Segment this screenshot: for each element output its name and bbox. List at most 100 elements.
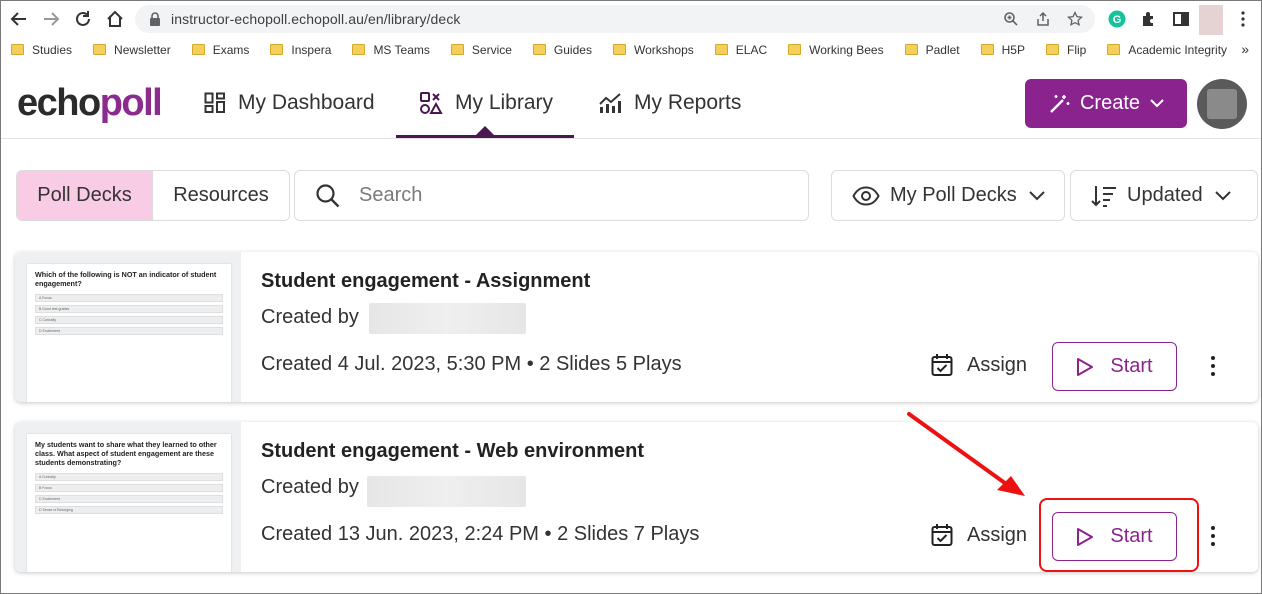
search-box[interactable] [294,170,809,221]
sort-icon [1091,185,1116,207]
folder-icon [1107,43,1121,55]
bookmark-folder[interactable]: Service [450,43,512,57]
chevron-down-icon [1214,190,1231,200]
bookmark-folder[interactable]: Exams [191,43,249,57]
back-icon[interactable] [7,7,31,31]
library-type-tabs: Poll Decks Resources [16,170,290,221]
bookmark-folder[interactable]: Inspera [270,43,331,57]
address-bar[interactable]: instructor-echopoll.echopoll.au/en/libra… [135,5,1095,33]
nav-my-dashboard[interactable]: My Dashboard [204,67,375,139]
folder-icon [612,43,626,55]
folder-icon [980,43,994,55]
magic-wand-icon [1050,94,1070,113]
nav-active-indicator [396,135,574,138]
more-options-icon[interactable] [1208,526,1218,546]
folder-icon [1045,43,1059,55]
folder-icon [270,43,284,55]
search-icon [316,183,340,207]
sort-dropdown[interactable]: Updated [1070,170,1258,221]
search-input[interactable] [359,184,759,207]
redacted-author [367,476,526,507]
more-options-icon[interactable] [1208,356,1218,376]
thumbnail-option: A Focus [35,294,223,302]
deck-meta: Created 4 Jul. 2023, 5:30 PM • 2 Slides … [261,353,682,375]
bookmark-folder[interactable]: Workshops [612,43,694,57]
thumbnail-option: D Sense of Belonging [35,506,223,514]
bookmark-folder[interactable]: Newsletter [93,43,171,57]
grammarly-icon[interactable]: G [1107,9,1127,29]
user-avatar[interactable] [1197,79,1247,129]
bookmark-folder[interactable]: Academic Integrity [1107,43,1227,57]
folder-icon [714,43,728,55]
deck-thumbnail[interactable]: My students want to share what they lear… [15,422,241,572]
app-header: echopoll My Dashboard My Library My Repo… [1,67,1261,139]
library-icon [420,92,443,114]
redacted-author [369,303,526,334]
create-button[interactable]: Create [1025,79,1187,128]
forward-icon[interactable] [39,7,63,31]
deck-meta: Created 13 Jun. 2023, 2:24 PM • 2 Slides… [261,523,700,545]
start-button[interactable]: Start [1052,342,1177,391]
share-icon[interactable] [1035,11,1051,27]
bookmark-folder[interactable]: Flip [1045,43,1086,57]
folder-icon [352,43,366,55]
assign-button[interactable]: Assign [931,353,1027,377]
bookmarks-overflow-button[interactable]: » [1241,41,1249,57]
bookmark-folder[interactable]: Guides [532,43,592,57]
deck-thumbnail[interactable]: Which of the following is NOT an indicat… [15,252,241,402]
deck-title[interactable]: Student engagement - Web environment [261,440,644,463]
nav-active-caret [476,126,494,135]
lock-icon [150,12,160,26]
home-icon[interactable] [103,7,127,31]
thumbnail-option: C Excitement [35,495,223,503]
reload-icon[interactable] [71,7,95,31]
thumbnail-question: Which of the following is NOT an indicat… [35,270,217,288]
echopoll-logo[interactable]: echopoll [17,83,163,123]
calendar-check-icon [931,524,953,546]
annotation-highlight-box [1039,498,1199,572]
bookmark-folder[interactable]: MS Teams [352,43,430,57]
thumbnail-option: D Excitement [35,327,223,335]
folder-icon [93,43,107,55]
thumbnail-option: A Curiosity [35,473,223,481]
thumbnail-option: B Good test grades [35,305,223,313]
side-panel-icon[interactable] [1171,9,1191,29]
browser-toolbar: instructor-echopoll.echopoll.au/en/libra… [1,1,1261,37]
folder-icon [450,43,464,55]
bookmark-folder[interactable]: Studies [11,43,72,57]
svg-text:G: G [1113,14,1122,26]
folder-icon [532,43,546,55]
assign-button[interactable]: Assign [931,523,1027,547]
play-icon [1077,357,1094,376]
bookmarks-bar: Studies Newsletter Exams Inspera MS Team… [1,37,1261,63]
folder-icon [191,43,205,55]
reports-icon [599,93,621,113]
extensions-puzzle-icon[interactable] [1139,9,1159,29]
folder-icon [904,43,918,55]
thumbnail-option: C Curiosity [35,316,223,324]
deck-card[interactable]: Which of the following is NOT an indicat… [15,252,1258,402]
star-icon[interactable] [1067,11,1083,27]
tab-resources[interactable]: Resources [152,171,289,220]
deck-created-by-label: Created by [261,306,359,328]
url-text: instructor-echopoll.echopoll.au/en/libra… [171,11,461,27]
deck-title[interactable]: Student engagement - Assignment [261,270,590,293]
chevron-down-icon [1028,190,1045,200]
bookmark-folder[interactable]: ELAC [714,43,767,57]
owner-filter-dropdown[interactable]: My Poll Decks [831,170,1065,221]
zoom-icon[interactable] [1003,11,1019,27]
bookmark-folder[interactable]: Working Bees [788,43,884,57]
thumbnail-question: My students want to share what they lear… [35,440,217,467]
dashboard-icon [204,92,225,113]
profile-avatar[interactable] [1199,5,1223,35]
calendar-check-icon [931,354,953,376]
nav-my-reports[interactable]: My Reports [598,67,741,139]
browser-menu-icon[interactable] [1233,9,1253,29]
thumbnail-option: B Focus [35,484,223,492]
bookmark-folder[interactable]: Padlet [904,43,960,57]
folder-icon [11,43,24,55]
deck-created-by-label: Created by [261,476,359,498]
bookmark-folder[interactable]: H5P [980,43,1025,57]
tab-poll-decks[interactable]: Poll Decks [17,171,152,220]
folder-icon [788,43,802,55]
